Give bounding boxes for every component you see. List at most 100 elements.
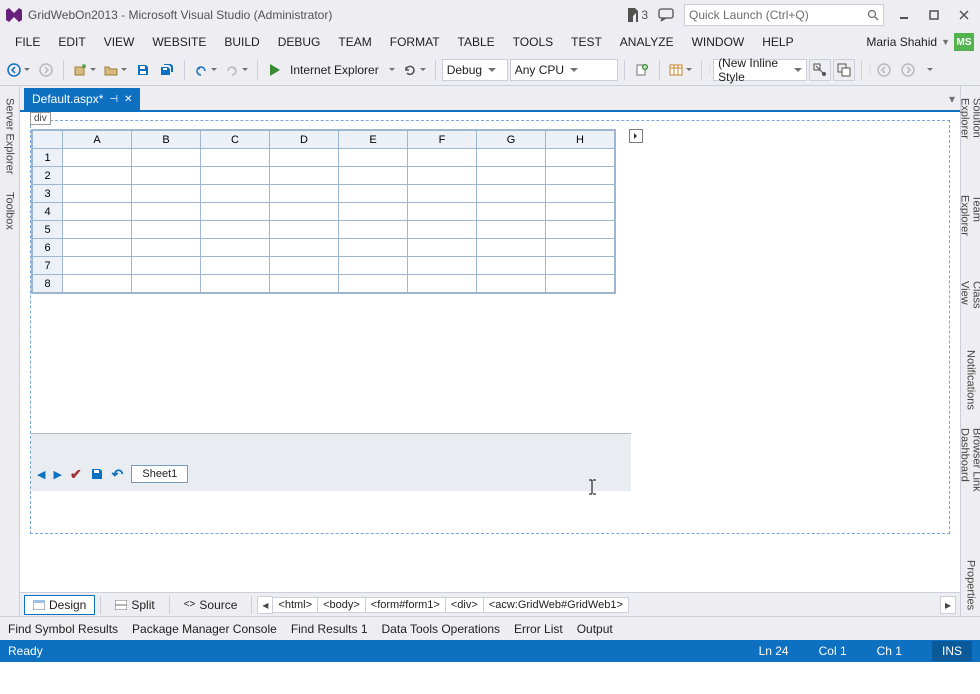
cell[interactable]: [132, 239, 201, 257]
grid-corner[interactable]: [33, 131, 63, 149]
cell[interactable]: [201, 149, 270, 167]
cell[interactable]: [339, 221, 408, 239]
cell[interactable]: [201, 257, 270, 275]
user-dropdown-icon[interactable]: ▼: [941, 37, 950, 47]
cell[interactable]: [408, 149, 477, 167]
cell[interactable]: [63, 203, 132, 221]
cell[interactable]: [270, 167, 339, 185]
tab-solution-explorer[interactable]: Solution Explorer: [957, 92, 980, 183]
cell[interactable]: [408, 239, 477, 257]
cell[interactable]: [63, 239, 132, 257]
table-button[interactable]: [666, 59, 695, 81]
cell[interactable]: [270, 203, 339, 221]
tab-browser-link[interactable]: Browser Link Dashboard: [957, 422, 980, 548]
crumb-prev[interactable]: ◂: [257, 596, 273, 614]
doc-tab-default[interactable]: Default.aspx* ⊣ ✕: [24, 88, 140, 110]
smart-tag-button[interactable]: [629, 129, 643, 143]
col-A[interactable]: A: [63, 131, 132, 149]
minimize-button[interactable]: [894, 5, 914, 25]
tab-class-view[interactable]: Class View: [957, 275, 980, 338]
view-design-button[interactable]: Design: [24, 595, 95, 615]
tab-notifications[interactable]: Notifications: [963, 344, 979, 416]
row-2[interactable]: 2: [33, 167, 63, 185]
menu-analyze[interactable]: ANALYZE: [611, 30, 683, 54]
cell[interactable]: [63, 275, 132, 293]
target-rule-button[interactable]: [809, 59, 831, 81]
nav-fwd-button[interactable]: [35, 59, 57, 81]
platform-combo[interactable]: Any CPU: [510, 59, 618, 81]
cell[interactable]: [132, 185, 201, 203]
cell[interactable]: [546, 167, 615, 185]
start-debug-dropdown[interactable]: [383, 59, 398, 81]
row-3[interactable]: 3: [33, 185, 63, 203]
cell[interactable]: [132, 275, 201, 293]
tab-error-list[interactable]: Error List: [514, 622, 563, 636]
cell[interactable]: [408, 185, 477, 203]
col-G[interactable]: G: [477, 131, 546, 149]
cell[interactable]: [339, 185, 408, 203]
tab-server-explorer[interactable]: Server Explorer: [2, 92, 18, 180]
user-avatar[interactable]: MS: [954, 33, 974, 51]
cell[interactable]: [546, 149, 615, 167]
cell[interactable]: [63, 257, 132, 275]
cell[interactable]: [477, 239, 546, 257]
designer-surface[interactable]: div A B C D E F G H: [20, 110, 960, 592]
menu-debug[interactable]: DEBUG: [269, 30, 330, 54]
cell[interactable]: [63, 149, 132, 167]
cell[interactable]: [201, 239, 270, 257]
maximize-button[interactable]: [924, 5, 944, 25]
toolbar-overflow[interactable]: [921, 59, 936, 81]
cell[interactable]: [270, 221, 339, 239]
style-combo[interactable]: (New Inline Style: [713, 59, 807, 81]
col-C[interactable]: C: [201, 131, 270, 149]
notifications-flag[interactable]: 3: [627, 8, 648, 22]
cell[interactable]: [408, 167, 477, 185]
crumb-body[interactable]: <body>: [317, 597, 366, 613]
menu-edit[interactable]: EDIT: [49, 30, 94, 54]
cell[interactable]: [339, 167, 408, 185]
menu-website[interactable]: WEBSITE: [143, 30, 215, 54]
start-debug-button[interactable]: [264, 59, 286, 81]
view-source-button[interactable]: <> Source: [175, 595, 247, 615]
cell[interactable]: [270, 149, 339, 167]
commit-icon[interactable]: ✔: [70, 466, 82, 483]
save-button[interactable]: [132, 59, 154, 81]
crumb-gridweb[interactable]: <acw:GridWeb#GridWeb1>: [483, 597, 629, 613]
cell[interactable]: [477, 257, 546, 275]
col-E[interactable]: E: [339, 131, 408, 149]
doc-tab-overflow[interactable]: ▾: [944, 88, 960, 110]
design-canvas[interactable]: A B C D E F G H 1 2 3 4 5: [30, 120, 950, 534]
menu-file[interactable]: FILE: [6, 30, 49, 54]
cell[interactable]: [546, 275, 615, 293]
cell[interactable]: [546, 203, 615, 221]
nav-back-button[interactable]: [4, 59, 33, 81]
extend-nav-fwd[interactable]: [897, 59, 919, 81]
menu-tools[interactable]: TOOLS: [504, 30, 562, 54]
cell[interactable]: [132, 149, 201, 167]
new-item-button[interactable]: [631, 59, 653, 81]
cell[interactable]: [201, 221, 270, 239]
row-6[interactable]: 6: [33, 239, 63, 257]
cell[interactable]: [408, 221, 477, 239]
cell[interactable]: [201, 167, 270, 185]
sheet-next-icon[interactable]: ▶: [53, 468, 61, 481]
tab-output[interactable]: Output: [577, 622, 613, 636]
cell[interactable]: [477, 185, 546, 203]
cell[interactable]: [339, 203, 408, 221]
cell[interactable]: [477, 275, 546, 293]
open-file-button[interactable]: [101, 59, 130, 81]
cell[interactable]: [201, 275, 270, 293]
undo-sheet-icon[interactable]: ↶: [112, 466, 124, 483]
cell[interactable]: [408, 257, 477, 275]
browser-refresh-button[interactable]: [400, 59, 429, 81]
cell[interactable]: [132, 221, 201, 239]
redo-button[interactable]: [222, 59, 251, 81]
cell[interactable]: [339, 257, 408, 275]
cell[interactable]: [63, 167, 132, 185]
element-tag-label[interactable]: div: [30, 112, 51, 125]
pin-icon[interactable]: ⊣: [109, 94, 118, 105]
menu-view[interactable]: VIEW: [95, 30, 144, 54]
row-8[interactable]: 8: [33, 275, 63, 293]
row-1[interactable]: 1: [33, 149, 63, 167]
cell[interactable]: [339, 239, 408, 257]
